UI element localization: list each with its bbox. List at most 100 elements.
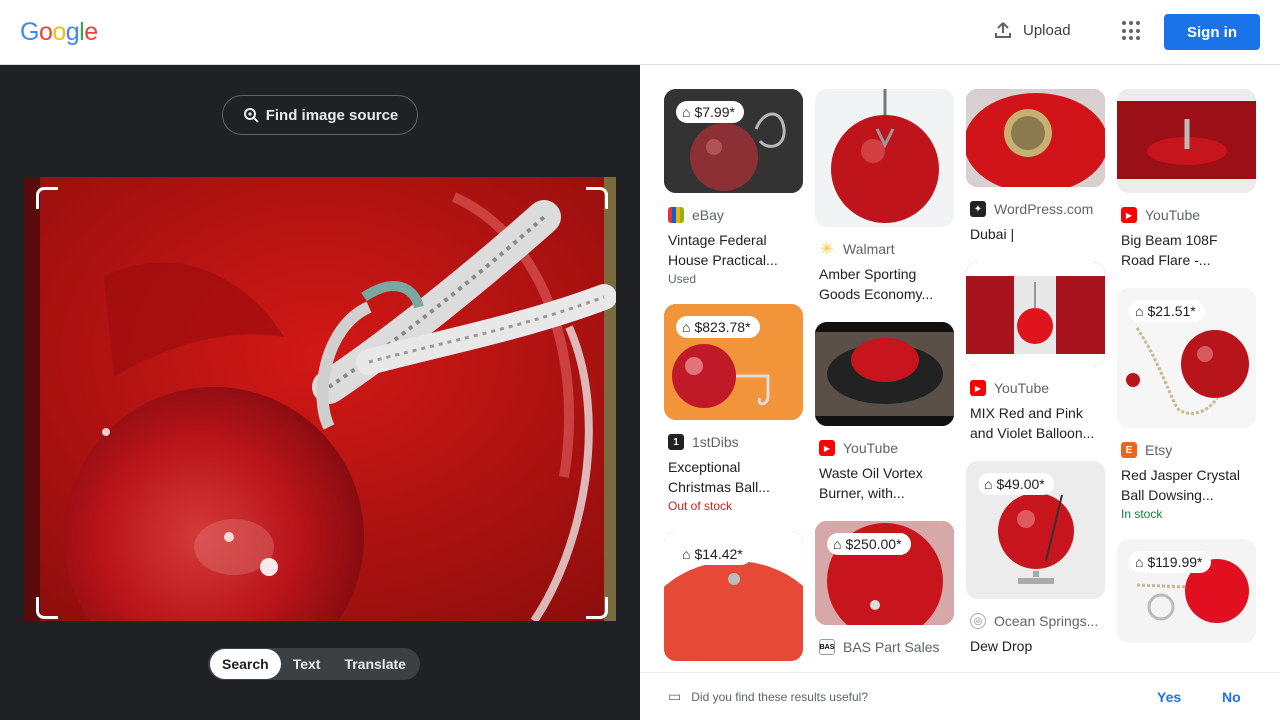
result-card[interactable]: ▶ YouTube Big Beam 108F Road Flare -... [1117,89,1256,270]
result-card[interactable]: ⌂ $250.00* BAS BAS Part Sales [815,521,954,655]
visual-matches-panel: ⌂ $7.99* eBay Vintage Federal House Pract… [640,65,1280,670]
find-image-source-label: Find image source [265,106,399,124]
price-tag-icon: ⌂ [833,536,842,552]
result-status: In stock [1121,507,1163,521]
result-thumbnail[interactable]: ⌂ $7.99* [664,89,803,193]
results-column-4: ▶ YouTube Big Beam 108F Road Flare -... … [1117,89,1256,661]
result-title[interactable]: Red Jasper Crystal Ball Dowsing... [1121,465,1252,505]
result-card[interactable]: ⌂ $7.99* eBay Vintage Federal House Pract… [664,89,803,286]
etsy-icon: E [1121,442,1137,458]
price-tag-icon: ⌂ [984,476,993,492]
result-thumbnail[interactable]: ⌂ $823.78* [664,304,803,420]
find-image-source-button[interactable]: Find image source [222,95,418,135]
mode-tab-translate[interactable]: Translate [332,649,417,679]
result-card[interactable]: ⌂ $823.78* 1 1stDibs Exceptional Christma… [664,304,803,513]
result-thumbnail[interactable] [966,89,1105,187]
result-card[interactable]: ✦ WordPress.com Dubai | [966,89,1105,244]
price-tag-icon: ⌂ [682,546,691,562]
price-badge: ⌂ $119.99* [1129,551,1212,573]
result-title[interactable]: Big Beam 108F Road Flare -... [1121,230,1252,270]
result-card[interactable]: ▶ YouTube MIX Red and Pink and Violet Ba… [966,262,1105,443]
result-source[interactable]: ▶ YouTube [1121,207,1252,223]
result-card[interactable]: ⌂ $119.99* [1117,539,1256,643]
result-thumbnail[interactable]: ⌂ $21.51* [1117,288,1256,428]
result-thumbnail[interactable] [815,89,954,227]
result-source[interactable]: ✦ WordPress.com [970,201,1101,217]
price-badge: ⌂ $14.42* [676,543,752,565]
result-thumbnail[interactable]: ⌂ $119.99* [1117,539,1256,643]
result-source[interactable]: ◎ Ocean Springs... [970,613,1101,629]
wordpress-icon: ✦ [970,201,986,217]
result-source[interactable]: eBay [668,207,799,223]
lens-search-icon [243,108,259,123]
price-badge: ⌂ $250.00* [827,533,911,555]
google-logo[interactable]: Google [20,18,98,47]
youtube-icon: ▶ [819,440,835,456]
upload-button[interactable]: Upload [993,20,1071,40]
result-thumbnail[interactable]: ⌂ $14.42* [664,531,803,661]
price-badge: ⌂ $21.51* [1129,300,1205,322]
crop-handle-top-right[interactable] [586,187,608,209]
bas-icon: BAS [819,639,835,655]
result-source[interactable]: E Etsy [1121,442,1252,458]
ocean-springs-icon: ◎ [970,613,986,629]
sign-in-button[interactable]: Sign in [1164,14,1260,50]
apps-grid-icon[interactable] [1122,21,1142,41]
feedback-question: ▭ Did you find these results useful? [668,688,868,704]
price-tag-icon: ⌂ [682,104,691,120]
result-title[interactable]: MIX Red and Pink and Violet Balloon... [970,403,1101,443]
red-ball-photo [24,177,616,621]
result-title[interactable]: Waste Oil Vortex Burner, with... [819,463,950,503]
youtube-icon: ▶ [970,380,986,396]
result-card[interactable]: ⌂ $49.00* ◎ Ocean Springs... Dew Drop [966,461,1105,656]
lens-mode-selector: Search Text Translate [208,648,420,680]
upload-label: Upload [1023,21,1071,39]
query-image[interactable] [24,177,616,621]
result-status: Out of stock [668,499,733,513]
result-source[interactable]: 1 1stDibs [668,434,799,450]
result-thumbnail[interactable] [815,322,954,426]
crop-handle-bottom-left[interactable] [36,597,58,619]
feedback-icon: ▭ [668,688,682,704]
result-source[interactable]: ✳ Walmart [819,241,950,257]
results-column-2: ✳ Walmart Amber Sporting Goods Economy..… [815,89,954,670]
result-source[interactable]: ▶ YouTube [970,380,1101,396]
query-image-panel: Find image source Search Text Translate [0,65,640,720]
1stdibs-icon: 1 [668,434,684,450]
price-badge: ⌂ $49.00* [978,473,1054,495]
price-tag-icon: ⌂ [1135,303,1144,319]
mode-tab-search[interactable]: Search [210,649,281,679]
result-card[interactable]: ⌂ $21.51* E Etsy Red Jasper Crystal Ball … [1117,288,1256,521]
result-thumbnail[interactable]: ⌂ $250.00* [815,521,954,625]
upload-icon [995,22,1011,38]
result-title[interactable]: Exceptional Christmas Ball... [668,457,799,497]
result-card[interactable]: ⌂ $14.42* [664,531,803,661]
ebay-icon [668,207,684,223]
crop-handle-bottom-right[interactable] [586,597,608,619]
result-source[interactable]: ▶ YouTube [819,440,950,456]
results-column-1: ⌂ $7.99* eBay Vintage Federal House Pract… [664,89,803,670]
price-badge: ⌂ $7.99* [676,101,744,123]
mode-tab-text[interactable]: Text [281,649,333,679]
result-title[interactable]: Amber Sporting Goods Economy... [819,264,950,304]
top-bar: Google Upload Sign in [0,0,1280,65]
price-tag-icon: ⌂ [682,319,691,335]
crop-handle-top-left[interactable] [36,187,58,209]
result-card[interactable]: ✳ Walmart Amber Sporting Goods Economy..… [815,89,954,304]
result-status: Used [668,272,697,286]
result-thumbnail[interactable] [966,262,1105,366]
youtube-icon: ▶ [1121,207,1137,223]
result-thumbnail[interactable] [1117,89,1256,193]
feedback-bar: ▭ Did you find these results useful? Yes… [640,672,1280,720]
price-tag-icon: ⌂ [1135,554,1144,570]
result-card[interactable]: ▶ YouTube Waste Oil Vortex Burner, with.… [815,322,954,503]
result-source[interactable]: BAS BAS Part Sales [819,639,950,655]
result-title[interactable]: Dubai | [970,224,1101,244]
feedback-no-button[interactable]: No [1222,689,1241,705]
walmart-icon: ✳ [820,241,834,257]
result-title[interactable]: Dew Drop [970,636,1101,656]
result-title[interactable]: Vintage Federal House Practical... [668,230,799,270]
price-badge: ⌂ $823.78* [676,316,760,338]
feedback-yes-button[interactable]: Yes [1157,689,1181,705]
result-thumbnail[interactable]: ⌂ $49.00* [966,461,1105,599]
